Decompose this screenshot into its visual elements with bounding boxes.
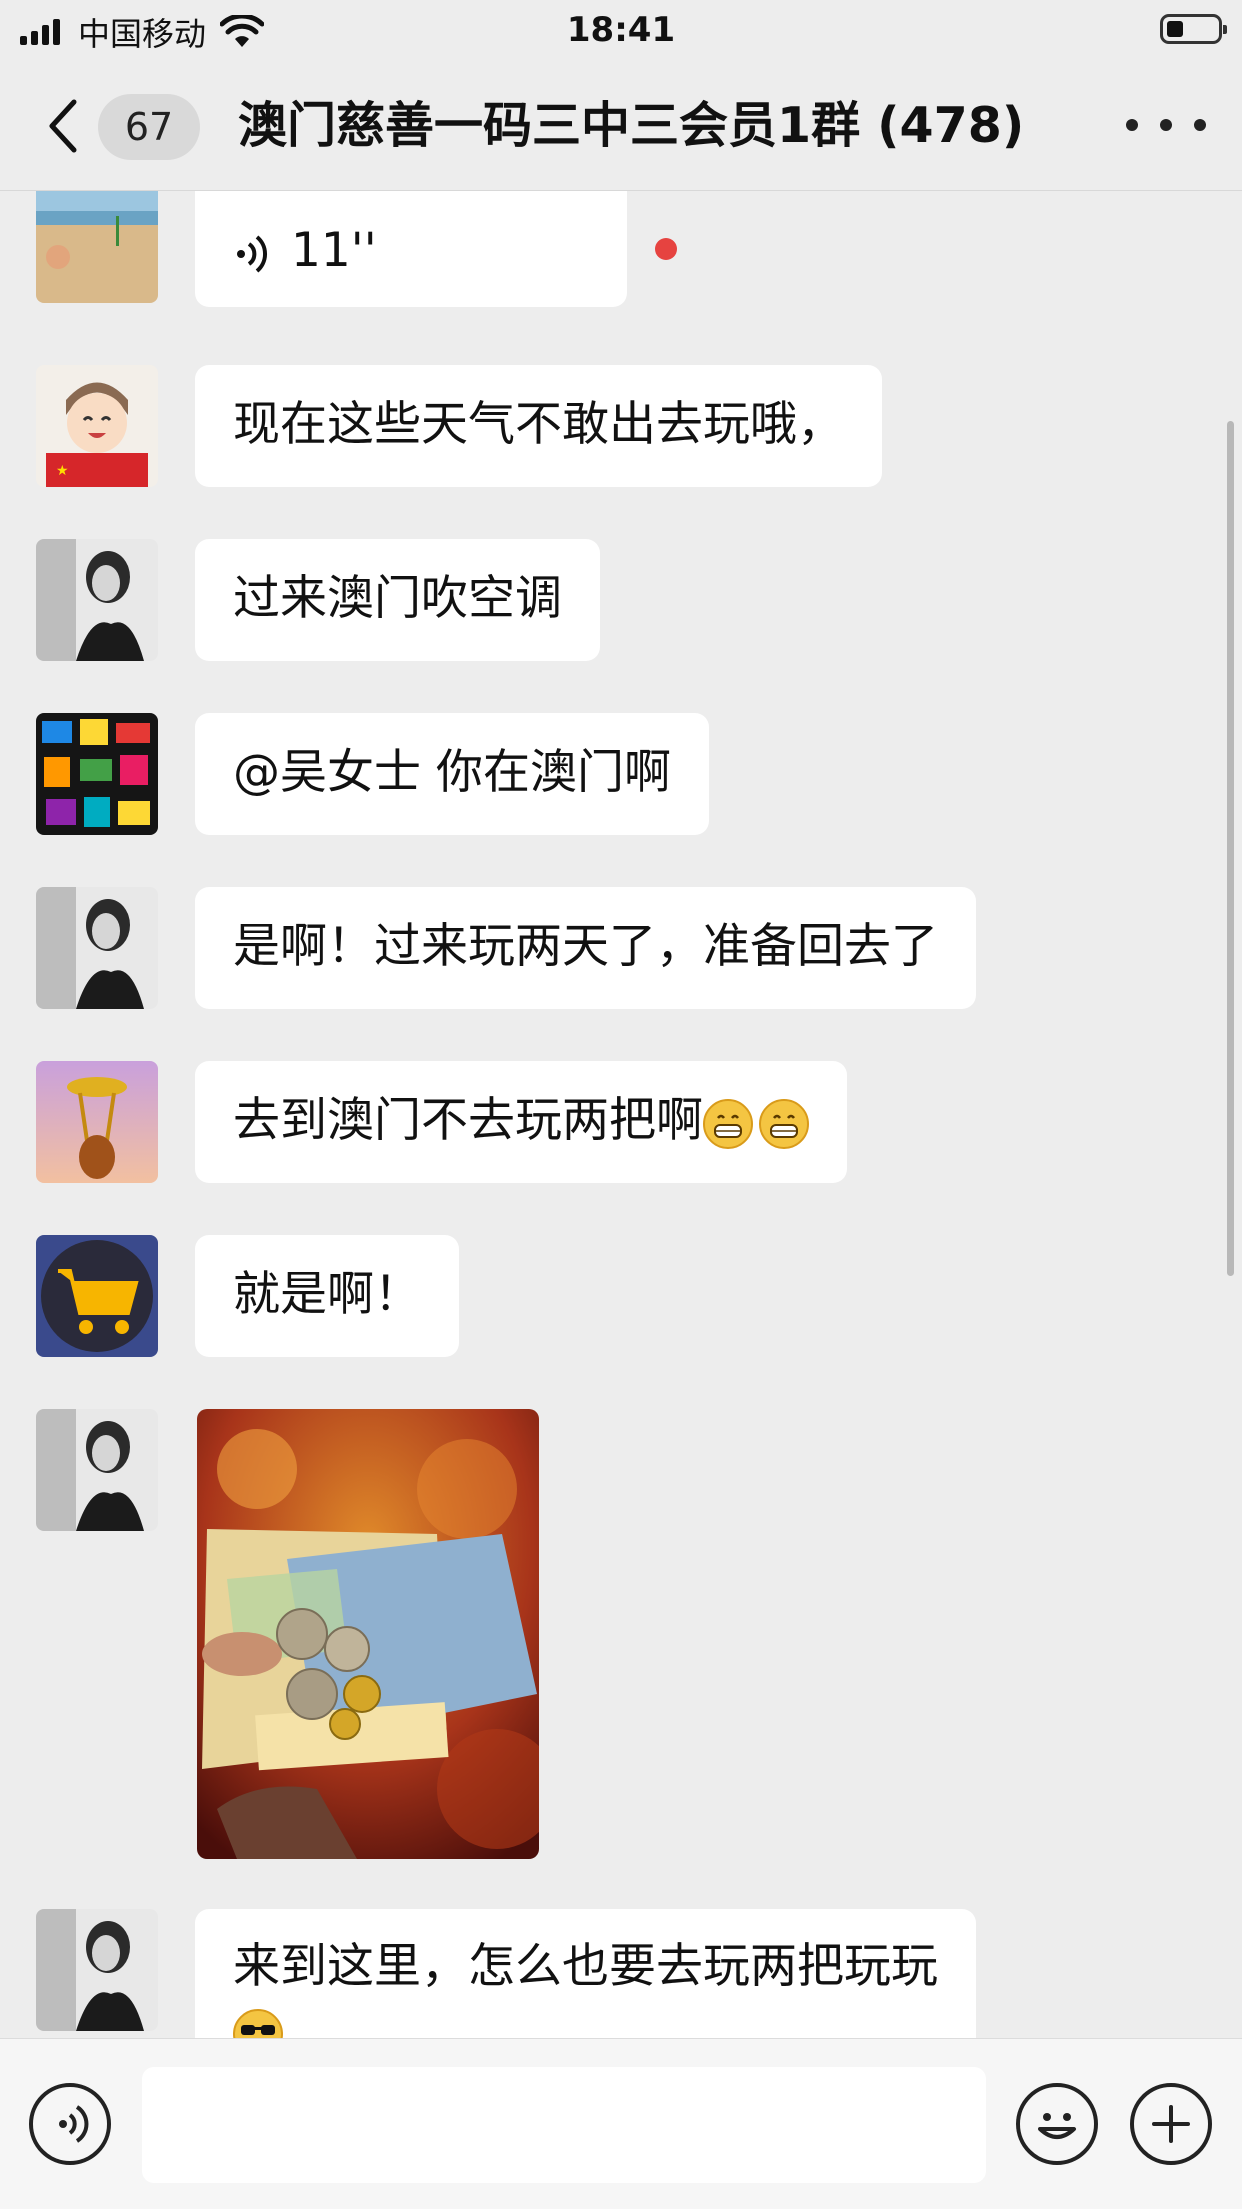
grinning-emoji-icon	[759, 1098, 809, 1149]
message-bubble[interactable]: 去到澳门不去玩两把啊	[195, 1061, 847, 1183]
avatar[interactable]	[36, 1061, 158, 1183]
avatar[interactable]: ★	[36, 365, 158, 487]
dot-icon	[1126, 119, 1138, 131]
message-text: 过来澳门吹空调	[233, 571, 562, 626]
beach-photo-avatar-icon	[36, 191, 158, 303]
voice-duration: 11''	[291, 223, 377, 278]
scrollbar[interactable]	[1227, 421, 1234, 1276]
unread-dot	[655, 238, 677, 260]
woman-bw-avatar-icon	[36, 1909, 158, 2031]
dot-icon	[1194, 119, 1206, 131]
plus-button[interactable]	[1130, 2083, 1212, 2165]
message-bubble[interactable]: 来到这里，怎么也要去玩两把玩玩	[195, 1909, 976, 2038]
emoji-icon	[1038, 2113, 1076, 2139]
avatar[interactable]	[36, 191, 158, 303]
message-text: 去到澳门不去玩两把啊	[233, 1093, 703, 1148]
back-chevron-icon[interactable]	[38, 96, 98, 156]
avatar[interactable]	[36, 1409, 158, 1531]
woman-bw-avatar-icon	[36, 887, 158, 1009]
input-bar	[0, 2038, 1242, 2209]
message-bubble[interactable]: 过来澳门吹空调	[195, 539, 600, 661]
woman-bw-avatar-icon	[36, 539, 158, 661]
avatar[interactable]	[36, 1909, 158, 2031]
message-bubble[interactable]: 现在这些天气不敢出去玩哦，	[195, 365, 882, 487]
message-text: 来到这里，怎么也要去玩两把玩玩	[233, 1939, 938, 1994]
plus-icon	[1152, 2105, 1190, 2143]
avatar[interactable]	[36, 887, 158, 1009]
avatar[interactable]	[36, 1235, 158, 1357]
message-text: @吴女士 你在澳门啊	[233, 745, 671, 800]
colorful-toys-avatar-icon	[36, 713, 158, 835]
dot-icon	[1160, 119, 1172, 131]
cartoon-boy-avatar-icon: ★	[36, 365, 158, 487]
voice-mode-icon	[59, 2105, 89, 2143]
message-bubble[interactable]: 就是啊！	[195, 1235, 459, 1357]
message-list[interactable]: 11'' ★ 现在这些天气不敢出去玩哦， 过来澳门吹空调 @吴女士 你在澳门啊 …	[0, 191, 1242, 2038]
more-options-button[interactable]	[1126, 110, 1206, 140]
battery-icon	[1160, 14, 1227, 44]
message-bubble[interactable]: 是啊！过来玩两天了，准备回去了	[195, 887, 976, 1009]
status-bar: 中国移动 18:41	[0, 0, 1242, 62]
golden-figure-avatar-icon	[36, 1061, 158, 1183]
message-input[interactable]	[142, 2067, 986, 2183]
shopping-cart-avatar-icon	[36, 1235, 158, 1357]
avatar[interactable]	[36, 713, 158, 835]
woman-bw-avatar-icon	[36, 1409, 158, 1531]
voice-bubble[interactable]: 11''	[195, 191, 627, 307]
message-bubble[interactable]: @吴女士 你在澳门啊	[195, 713, 709, 835]
banknotes-coins-photo[interactable]	[197, 1409, 539, 1859]
message-text: 现在这些天气不敢出去玩哦，	[233, 397, 844, 452]
emoji-button[interactable]	[1016, 2083, 1098, 2165]
message-text: 是啊！过来玩两天了，准备回去了	[233, 919, 938, 974]
clock: 18:41	[566, 10, 676, 50]
grinning-emoji-icon	[703, 1098, 753, 1149]
avatar[interactable]	[36, 539, 158, 661]
unread-count-badge[interactable]: 67	[98, 94, 200, 160]
voice-mode-button[interactable]	[29, 2083, 111, 2165]
voice-wave-icon	[237, 234, 268, 273]
svg-text:★: ★	[56, 463, 69, 479]
sunglasses-emoji-icon	[233, 2008, 283, 2038]
group-title: 澳门慈善一码三中三会员1群 (478)	[238, 97, 1025, 154]
message-text: 就是啊！	[233, 1267, 421, 1322]
chat-header: 67 澳门慈善一码三中三会员1群 (478)	[0, 62, 1242, 191]
photo-image	[197, 1409, 539, 1859]
